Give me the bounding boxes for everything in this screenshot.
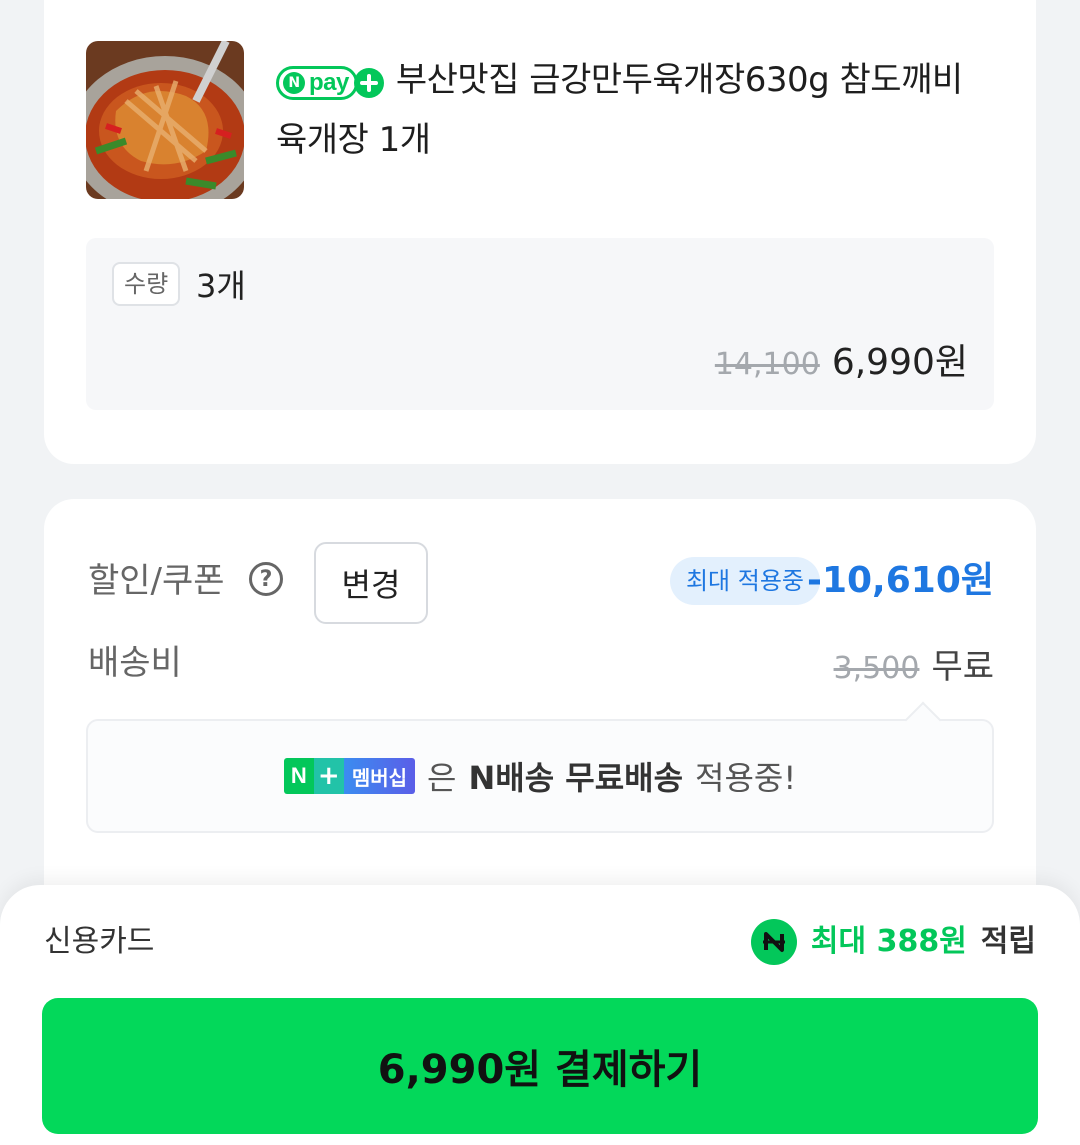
quantity-value: 3개 [196,267,246,305]
free-shipping-notice: N + 멤버십 은 N배송 무료배송 적용중! [86,701,994,833]
product-thumbnail[interactable] [86,41,244,199]
max-applied-badge: 최대 적용중 [669,557,820,605]
change-coupon-button[interactable]: 변경 [314,542,428,624]
product-title[interactable]: N pay 부산맛집 금강만두육개장630g 참도깨비 육개장 1개 [276,50,976,170]
shipping-label: 배송비 [88,643,182,683]
reward-suffix: 적립 [980,924,1036,959]
price-row: 14,100 6,990원 [715,333,968,385]
discount-amount: -10,610원 [807,560,994,601]
original-shipping-fee: 3,500 [833,651,920,686]
quantity-box: 수량 3개 14,100 6,990원 [86,238,994,410]
npay-n-icon: N [283,72,305,94]
reward-info: 최대 388원 적립 [750,917,1036,967]
npay-text: pay [309,69,349,96]
nplus-membership-badge: N + 멤버십 [283,758,416,794]
notice-tail: 적용중! [695,759,797,797]
pay-button[interactable]: 6,990원 결제하기 [42,998,1038,1134]
shipping-fee-row: 3,500 무료 [834,639,994,688]
original-price: 14,100 [714,347,820,382]
food-photo-icon [86,41,244,199]
payment-method[interactable]: 신용카드 [44,921,154,963]
shipping-fee: 무료 [931,647,994,687]
quantity-label: 수량 [112,262,181,306]
discount-label: 할인/쿠폰 [88,561,225,601]
notice-pointer [904,701,942,739]
nplus-plus: + [313,758,344,794]
nplus-n: N [283,758,314,794]
nplus-membership-text: 멤버십 [343,758,416,794]
product-card: N pay 부산맛집 금강만두육개장630g 참도깨비 육개장 1개 수량 3개… [44,0,1036,464]
question-circle-icon[interactable]: ? [249,562,283,596]
notice-bold: N배송 무료배송 [468,759,684,797]
npay-point-icon [750,919,797,965]
sale-price: 6,990원 [831,342,968,383]
plus-icon [353,68,384,98]
payment-sheet: 신용카드 최대 388원 적립 6,990원 결제하기 [0,885,1080,1145]
npay-plus-badge: N pay [276,66,384,100]
notice-particle: 은 [427,759,457,797]
reward-amount: 최대 388원 [810,924,967,959]
